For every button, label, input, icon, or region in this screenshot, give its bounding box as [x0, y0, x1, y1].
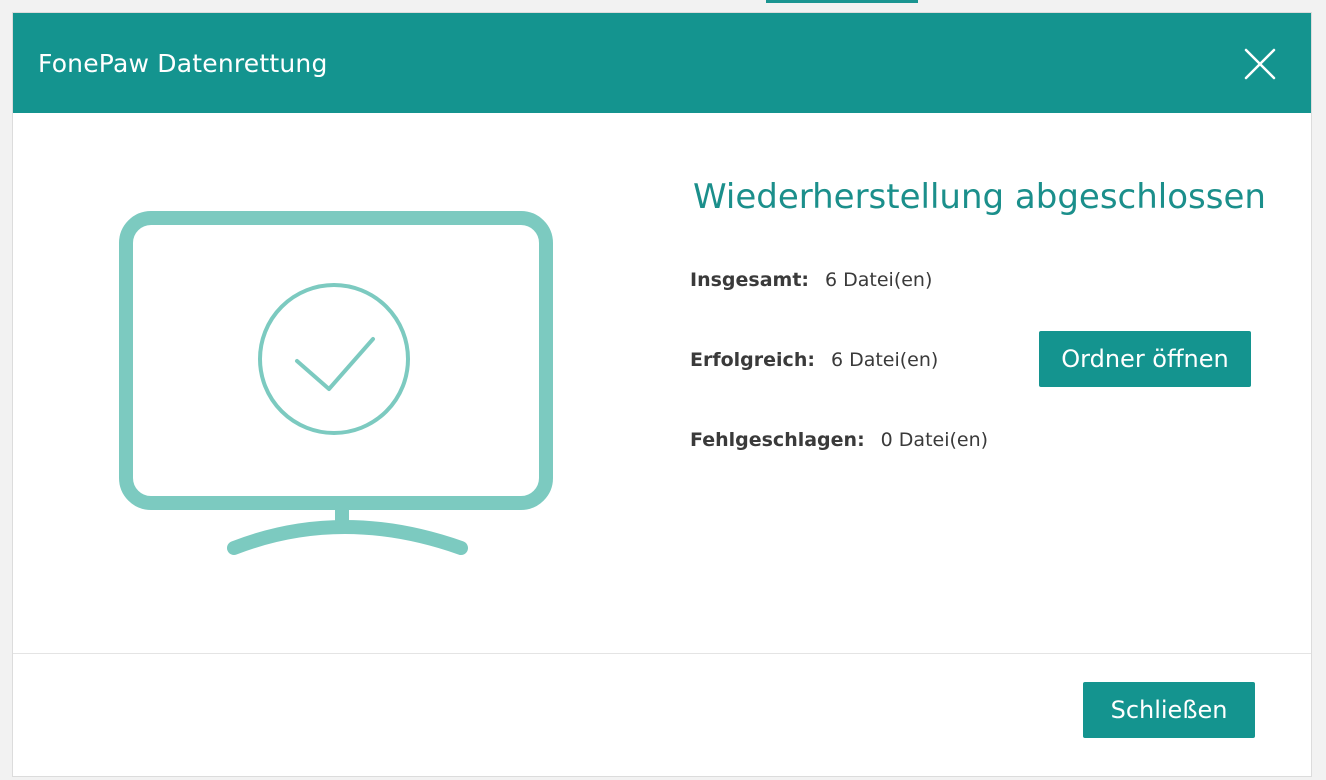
recovery-complete-dialog: FonePaw Datenrettung Wiederherstellung a…: [12, 12, 1312, 777]
stat-total: Insgesamt: 6 Datei(en): [690, 269, 932, 291]
footer-divider: [13, 653, 1311, 654]
stat-failed: Fehlgeschlagen: 0 Datei(en): [690, 429, 988, 451]
open-folder-button[interactable]: Ordner öffnen: [1039, 331, 1251, 387]
close-button[interactable]: [1243, 47, 1277, 81]
stat-success-value: 6 Datei(en): [830, 349, 939, 371]
stat-total-value: 6 Datei(en): [825, 269, 933, 291]
completion-heading: Wiederherstellung abgeschlossen: [693, 177, 1266, 217]
stat-failed-label: Fehlgeschlagen:: [690, 429, 865, 451]
stat-total-label: Insgesamt:: [690, 269, 810, 291]
stat-failed-value: 0 Datei(en): [880, 429, 989, 451]
close-dialog-button[interactable]: Schließen: [1083, 682, 1255, 738]
dialog-titlebar: FonePaw Datenrettung: [13, 13, 1311, 113]
backdrop-tab-accent: [766, 0, 918, 3]
monitor-check-icon: [119, 211, 553, 555]
stat-success: Erfolgreich: 6 Datei(en): [690, 349, 938, 371]
close-icon: [1244, 48, 1276, 80]
stat-success-label: Erfolgreich:: [690, 349, 815, 371]
dialog-title: FonePaw Datenrettung: [38, 49, 328, 78]
